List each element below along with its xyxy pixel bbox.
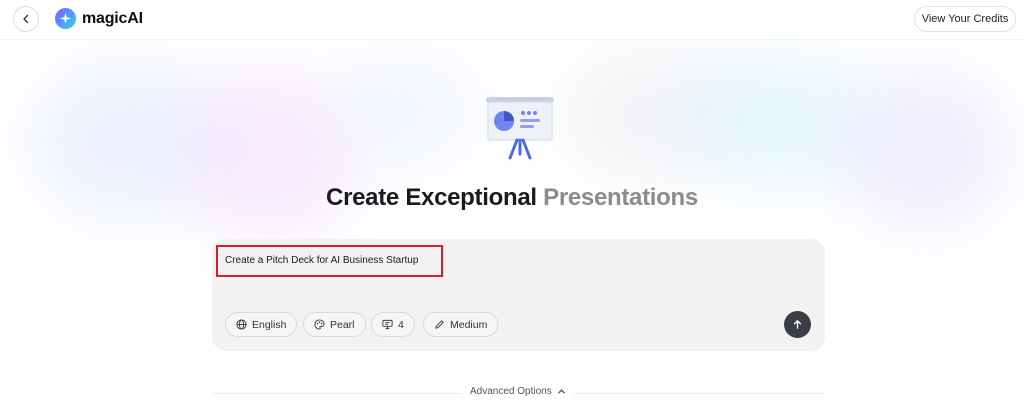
arrow-up-icon [793,320,802,329]
slide-count-label: 4 [398,318,404,331]
advanced-options-toggle[interactable]: Advanced Options [462,386,574,397]
language-label: English [252,318,287,331]
slides-icon [382,319,393,330]
pencil-icon [435,320,444,329]
theme-selector[interactable]: Pearl [303,312,366,337]
back-arrow-icon [23,14,29,24]
page-title: Create Exceptional Presentations [0,184,1024,212]
theme-label: Pearl [330,318,355,331]
advanced-options-label: Advanced Options [470,386,552,397]
brand-name: magicAI [82,9,143,27]
top-bar: magicAI View Your Credits [0,0,1024,40]
palette-icon [314,319,325,330]
title-main: Create Exceptional [326,184,537,211]
chevron-up-icon [557,389,565,394]
globe-icon [236,319,247,330]
length-label: Medium [450,318,488,331]
brand-logo[interactable]: magicAI [55,8,143,29]
prompt-input[interactable]: Create a Pitch Deck for AI Business Star… [216,245,443,277]
slide-count-selector[interactable]: 4 [371,312,415,337]
language-selector[interactable]: English [225,312,298,337]
submit-button[interactable] [784,311,811,338]
length-selector[interactable]: Medium [423,312,499,337]
sparkle-logo-icon [55,8,76,29]
presentation-board-icon [484,94,556,166]
title-muted: Presentations [543,184,698,211]
view-credits-button[interactable]: View Your Credits [914,6,1016,32]
back-button[interactable] [13,6,39,32]
